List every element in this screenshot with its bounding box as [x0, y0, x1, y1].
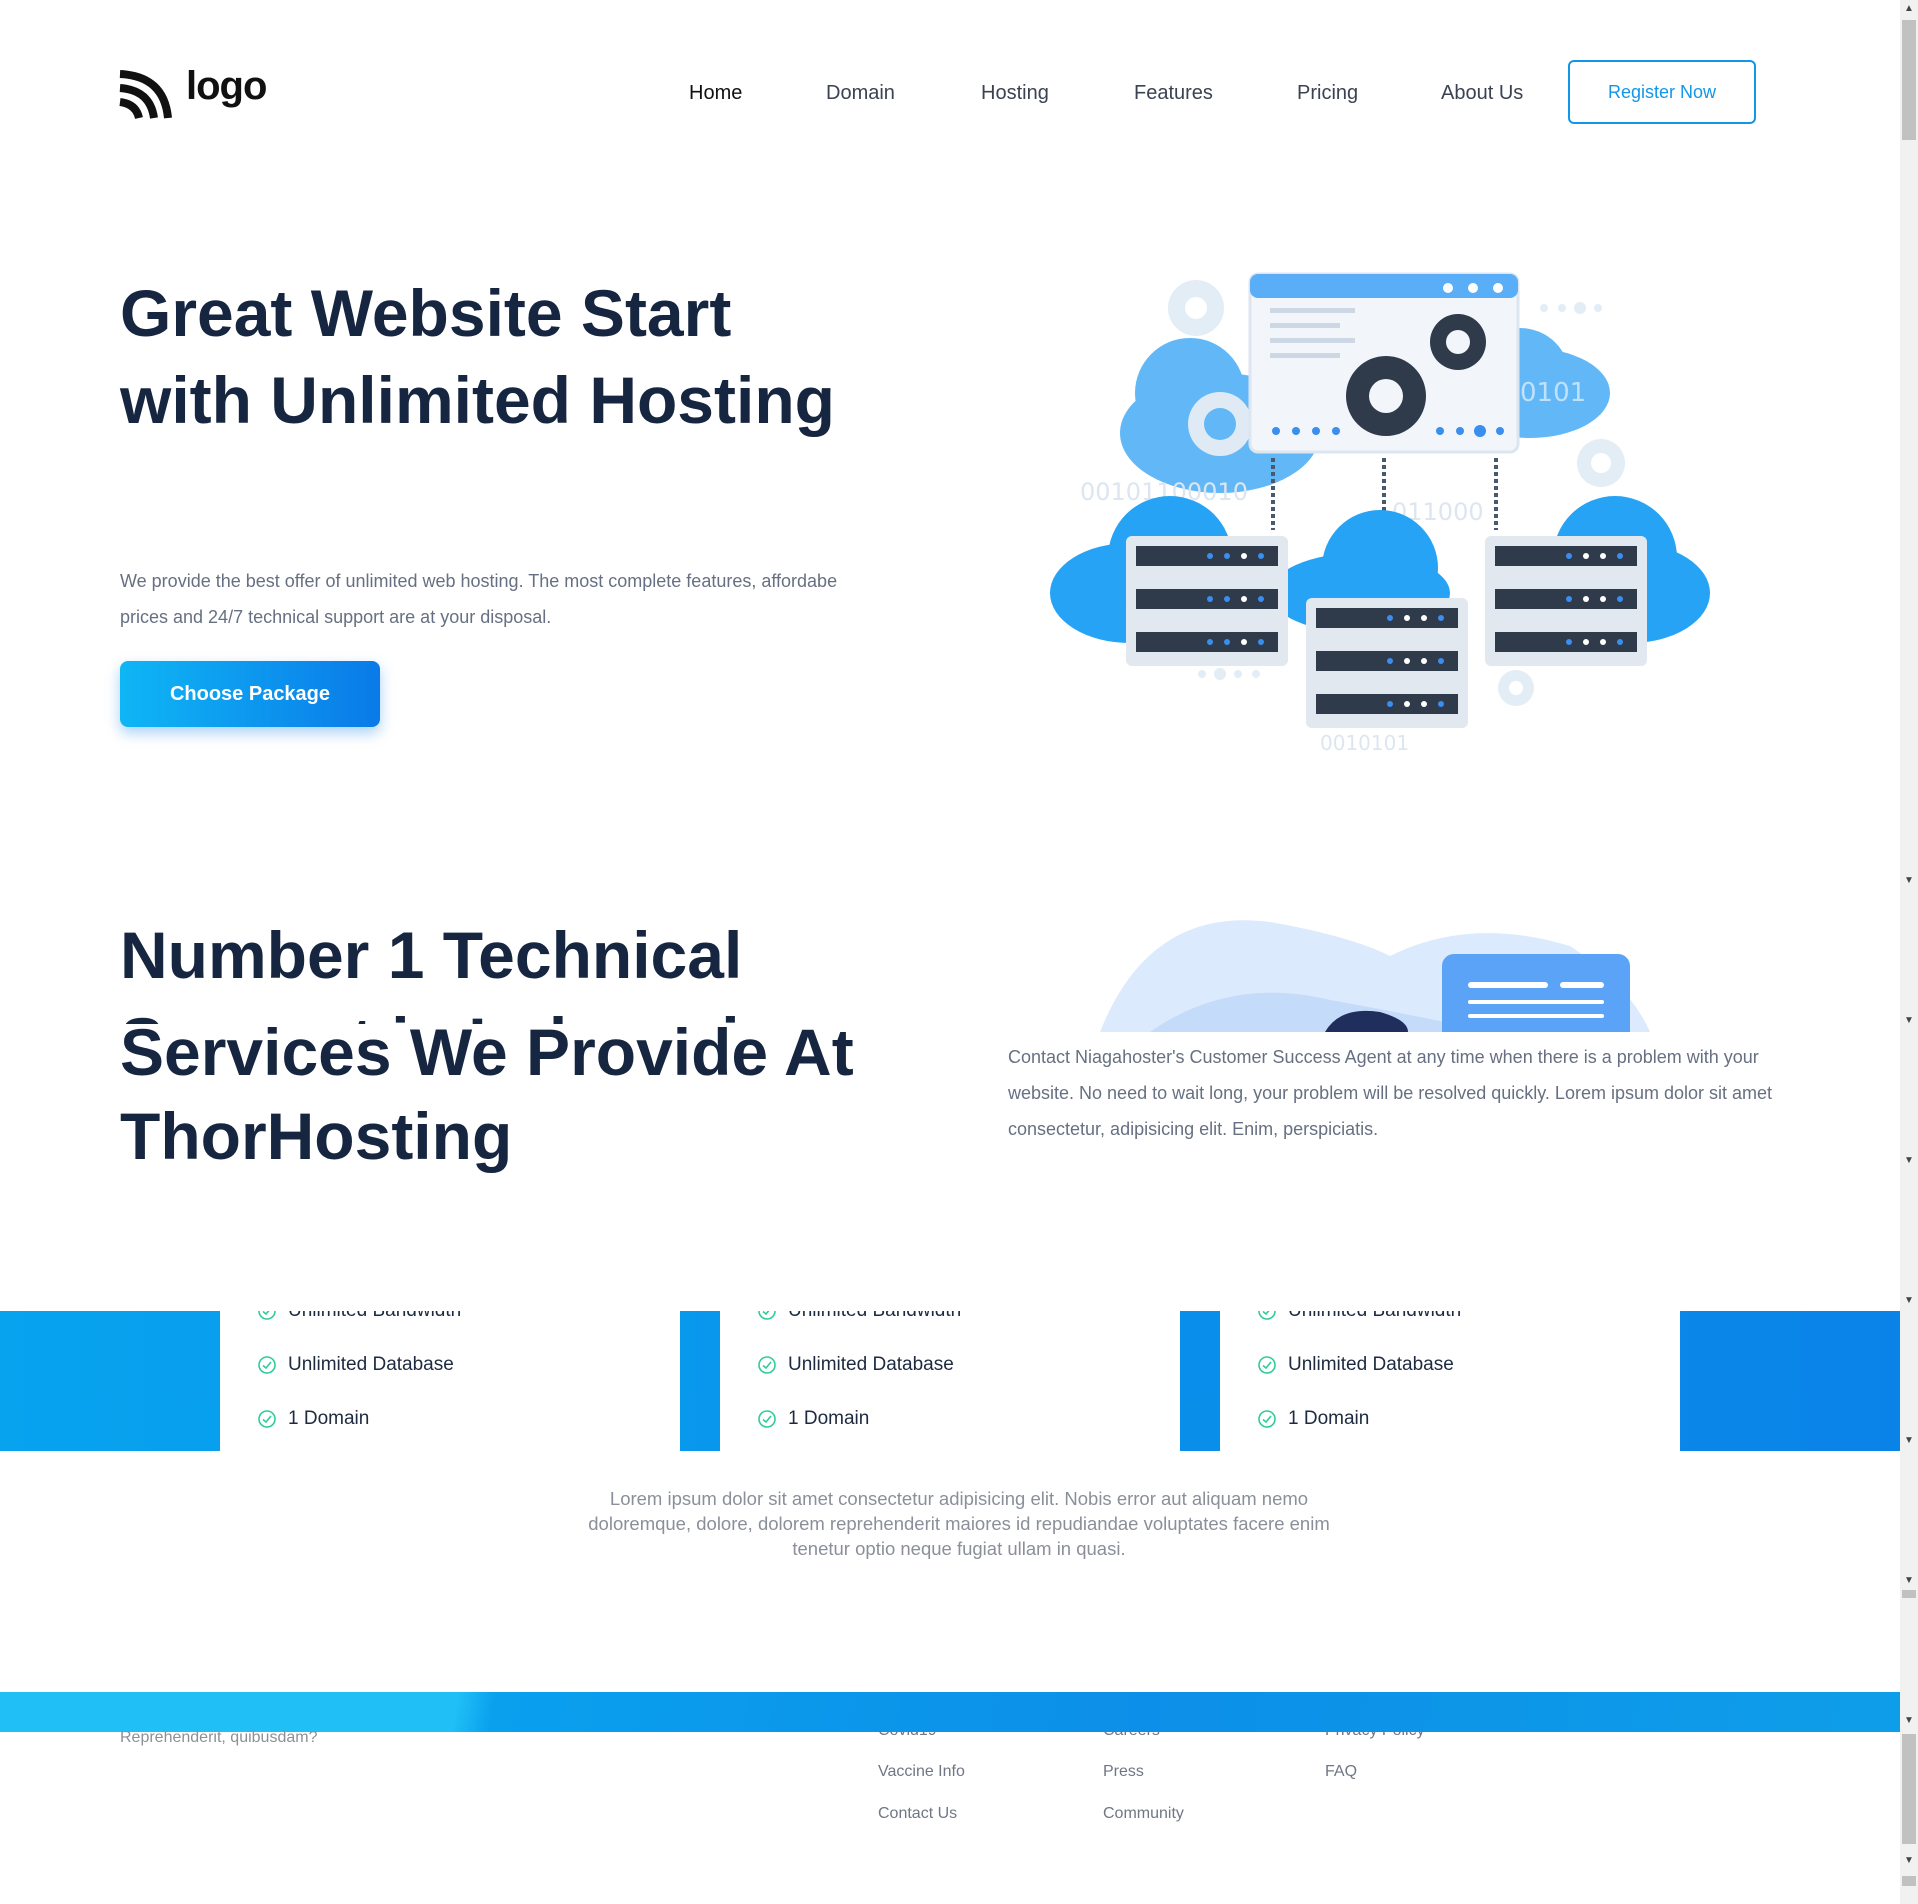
scroll-down-arrow-icon[interactable]: ▼ — [1902, 1156, 1916, 1166]
nav-features[interactable]: Features — [1134, 82, 1213, 105]
pricing-card-2: Unlimited Bandwidth Unlimited Database 1… — [720, 1311, 1180, 1451]
binary-text-4: 0010101 — [1320, 731, 1409, 755]
scroll-down-arrow-icon[interactable]: ▼ — [1902, 1016, 1916, 1026]
feature-item: 1 Domain — [1258, 1408, 1369, 1430]
pricing-card-3: Unlimited Bandwidth Unlimited Database 1… — [1220, 1311, 1680, 1451]
check-icon — [258, 1311, 276, 1320]
feature-item: Unlimited Bandwidth — [1258, 1311, 1461, 1322]
feature-item: Unlimited Bandwidth — [758, 1311, 961, 1322]
scroll-down-arrow-icon[interactable]: ▼ — [1902, 1576, 1916, 1586]
logo-icon[interactable] — [118, 68, 174, 120]
footer-link-careers-label[interactable]: Careers — [1103, 1732, 1160, 1740]
footer-link-faq[interactable]: FAQ — [1325, 1763, 1357, 1781]
footer-link-privacy-policy[interactable]: Privacy Policy — [1325, 1732, 1425, 1742]
footer-link-contact-us[interactable]: Contact Us — [878, 1805, 957, 1823]
feature-label: Unlimited Bandwidth — [1288, 1311, 1461, 1322]
check-icon — [1258, 1356, 1276, 1374]
check-icon — [758, 1410, 776, 1428]
nav-home[interactable]: Home — [689, 82, 742, 105]
scroll-up-arrow-icon[interactable]: ▲ — [1902, 4, 1916, 14]
check-icon — [758, 1356, 776, 1374]
feature-label: 1 Domain — [288, 1408, 370, 1429]
footer-about-text: Reprehenderit, quibusdam? — [120, 1729, 318, 1746]
nav-pricing[interactable]: Pricing — [1297, 82, 1358, 105]
feature-item: 1 Domain — [258, 1408, 369, 1430]
feature-item: Unlimited Database — [758, 1354, 954, 1376]
scroll-down-arrow-icon[interactable]: ▼ — [1902, 1296, 1916, 1306]
check-icon — [758, 1311, 776, 1320]
feature-label: Unlimited Bandwidth — [788, 1311, 961, 1322]
support-illustration — [1100, 920, 1650, 1032]
feature-item: Unlimited Database — [258, 1354, 454, 1376]
pricing-card-1: Unlimited Bandwidth Unlimited Database 1… — [220, 1311, 680, 1451]
feature-item: 1 Domain — [758, 1408, 869, 1430]
feature-label: Unlimited Database — [1288, 1354, 1454, 1375]
check-icon — [1258, 1311, 1276, 1320]
scrollbar-thumb[interactable] — [1902, 1734, 1916, 1844]
hero-description: We provide the best offer of unlimited w… — [120, 571, 838, 627]
footer-link-covid19-label[interactable]: Covid19 — [878, 1732, 937, 1740]
scroll-down-arrow-icon[interactable]: ▼ — [1902, 1436, 1916, 1446]
footer-link-vaccine-info[interactable]: Vaccine Info — [878, 1763, 965, 1781]
check-icon — [1258, 1410, 1276, 1428]
scrollbar-thumb[interactable] — [1902, 1876, 1916, 1886]
nav-hosting[interactable]: Hosting — [981, 82, 1049, 105]
support-title: Number 1 Technical Support in Indonesia — [120, 918, 776, 1024]
binary-text-1: 0101 — [1520, 378, 1586, 408]
feature-label: 1 Domain — [788, 1408, 870, 1429]
feature-label: Unlimited Database — [288, 1354, 454, 1375]
support-description: Contact Niagahoster's Customer Success A… — [1008, 1047, 1773, 1139]
feature-item: Unlimited Bandwidth — [258, 1311, 461, 1322]
scrollbar-track[interactable] — [1900, 0, 1918, 1904]
scroll-down-arrow-icon[interactable]: ▼ — [1902, 876, 1916, 886]
nav-about-us[interactable]: About Us — [1441, 82, 1523, 105]
feature-item: Unlimited Database — [1258, 1354, 1454, 1376]
feature-label: Unlimited Bandwidth — [288, 1311, 461, 1322]
footer-band — [0, 1692, 1900, 1732]
logo-text[interactable]: logo — [186, 64, 267, 109]
footer-link-press[interactable]: Press — [1103, 1763, 1144, 1781]
footer-link-covid19[interactable]: Covid19 — [878, 1732, 937, 1742]
register-now-button[interactable]: Register Now — [1568, 60, 1756, 124]
cloud-hosting-illustration: 0101 00101100010 011000 0010101 — [1050, 272, 1710, 755]
pricing-note: Lorem ipsum dolor sit amet consectetur a… — [588, 1488, 1330, 1559]
scroll-down-arrow-icon[interactable]: ▼ — [1902, 1856, 1916, 1866]
scrollbar-thumb[interactable] — [1902, 1590, 1916, 1598]
hero-title: Great Website Start with Unlimited Hosti… — [120, 276, 835, 437]
check-icon — [258, 1356, 276, 1374]
feature-label: Unlimited Database — [788, 1354, 954, 1375]
scrollbar-thumb[interactable] — [1902, 20, 1916, 140]
check-icon — [258, 1410, 276, 1428]
footer-link-careers[interactable]: Careers — [1103, 1732, 1160, 1742]
feature-label: 1 Domain — [1288, 1408, 1370, 1429]
choose-package-button[interactable]: Choose Package — [120, 661, 380, 727]
footer-link-community[interactable]: Community — [1103, 1805, 1184, 1823]
nav-domain[interactable]: Domain — [826, 82, 895, 105]
footer-link-privacy-policy-label[interactable]: Privacy Policy — [1325, 1732, 1425, 1740]
services-title: Services We Provide At ThorHosting — [120, 1015, 854, 1173]
scroll-down-arrow-icon[interactable]: ▼ — [1902, 1716, 1916, 1726]
